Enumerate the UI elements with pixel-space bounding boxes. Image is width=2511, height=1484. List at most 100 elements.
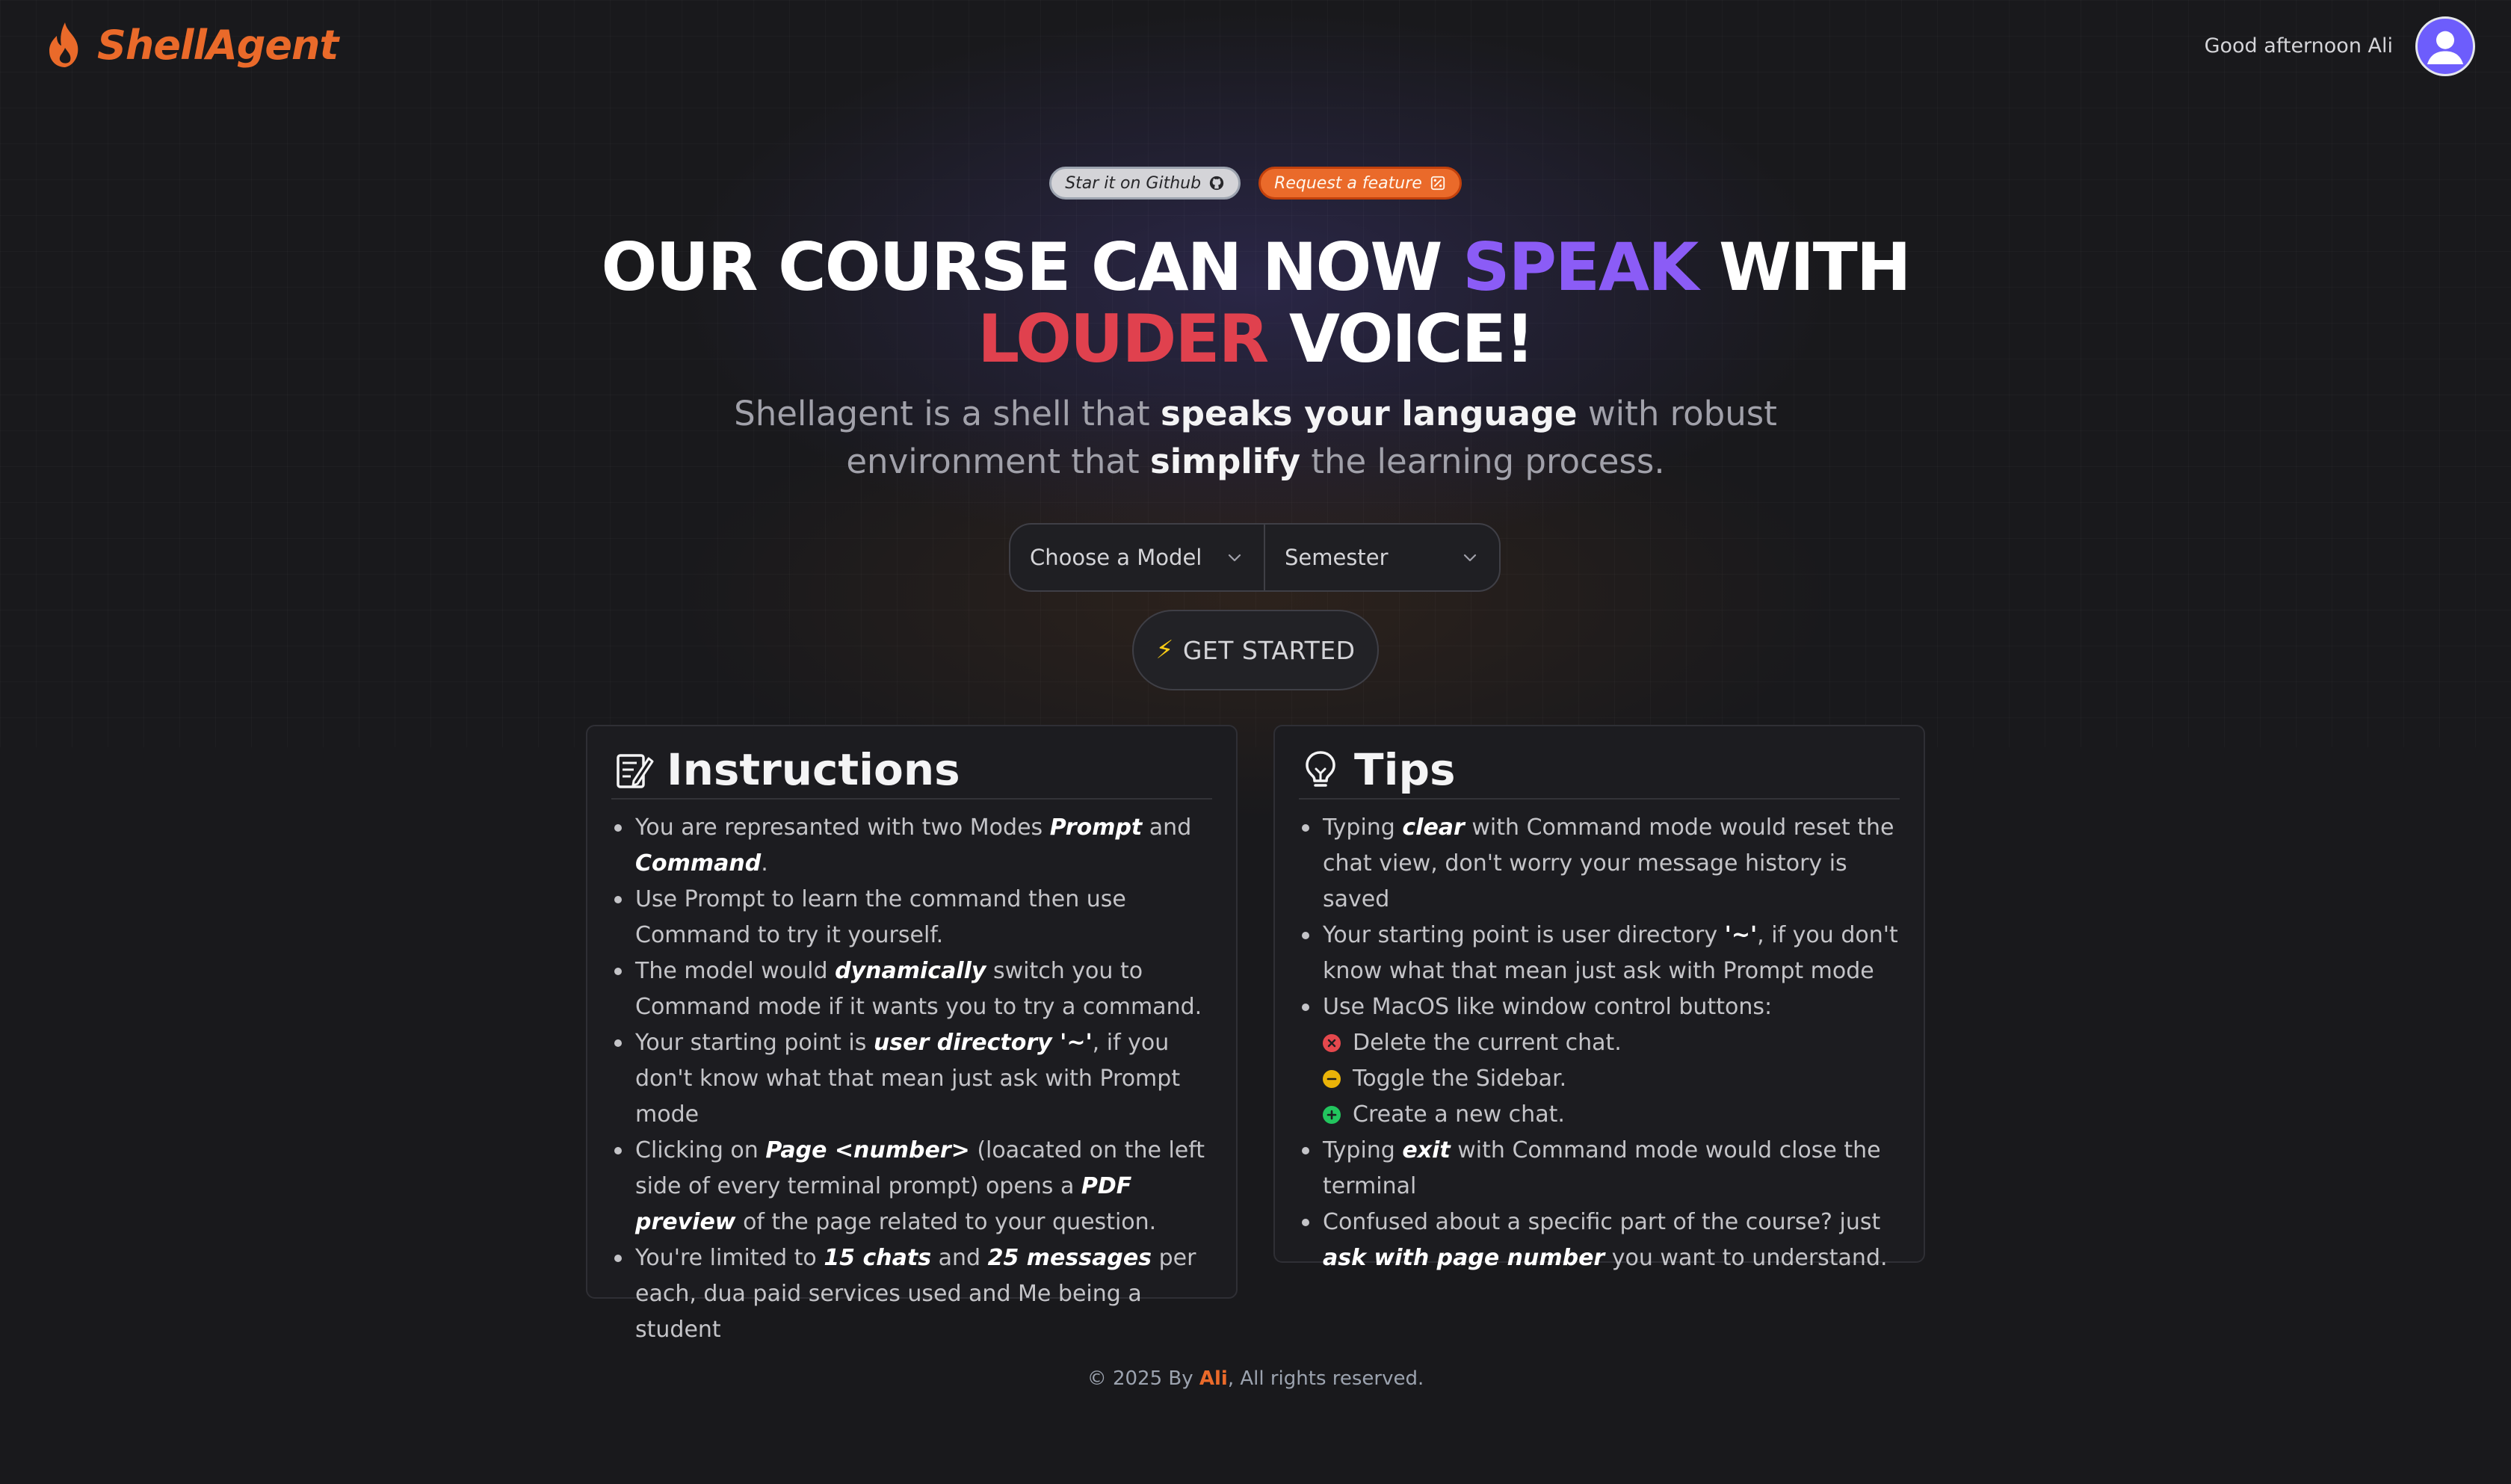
list-item-text: You are represanted with two Modes (635, 814, 1050, 841)
list-item-text: you want to understand. (1604, 1245, 1888, 1271)
instructions-header: Instructions (611, 741, 1212, 800)
list-item-text: Typing (1323, 814, 1403, 841)
logo-text: ShellAgent (97, 21, 339, 69)
instruction-item: Clicking on Page <number> (loacated on t… (611, 1133, 1212, 1240)
hero-title-text: VOICE! (1267, 300, 1535, 377)
footer-author-link[interactable]: Ali (1199, 1367, 1228, 1390)
tip-item: Use MacOS like window control buttons: (1299, 989, 1900, 1025)
list-item-text: Your starting point is user directory (1323, 922, 1725, 948)
list-item-text: Create a new chat. (1353, 1101, 1565, 1128)
logo[interactable]: ShellAgent (43, 21, 339, 69)
chevron-down-icon (1463, 554, 1477, 562)
star-github-button[interactable]: Star it on Github (1049, 167, 1241, 200)
list-item-emphasis: ask with page number (1323, 1245, 1605, 1271)
hero-accent-louder: LOUDER (977, 300, 1269, 377)
user-avatar[interactable] (2415, 16, 2475, 76)
list-item-text: You're limited to (635, 1245, 824, 1271)
list-item-emphasis: 25 messages (987, 1245, 1152, 1271)
list-item-text: Use Prompt to learn the command then use… (635, 886, 1126, 948)
request-feature-button[interactable]: Request a feature (1258, 167, 1462, 200)
tip-subitem: Delete the current chat. (1299, 1025, 1900, 1061)
get-started-label: GET STARTED (1182, 635, 1356, 665)
tip-item: Your starting point is user directory '~… (1299, 918, 1900, 989)
list-item-text: and (1142, 814, 1192, 841)
tip-subitem: Create a new chat. (1299, 1097, 1900, 1133)
new-window-icon (1323, 1106, 1341, 1124)
hero-accent-speak: SPEAK (1463, 229, 1699, 306)
list-item-emphasis: user directory '~' (873, 1030, 1093, 1056)
list-item-emphasis: 15 chats (824, 1245, 932, 1271)
github-icon (1209, 176, 1224, 191)
list-item-text: The model would (635, 958, 836, 984)
notepad-icon (617, 754, 654, 788)
instruction-item: You're limited to 15 chats and 25 messag… (611, 1240, 1212, 1348)
list-item-text: Confused about a specific part of the co… (1323, 1209, 1881, 1235)
semester-select-value: Semester (1284, 545, 1389, 570)
tips-list: Typing clear with Command mode would res… (1299, 800, 1900, 1276)
hero-subtitle: Shellagent is a shell that speaks your l… (0, 390, 2511, 486)
instruction-item: The model would dynamically switch you t… (611, 953, 1212, 1025)
list-item-text: Use MacOS like window control buttons: (1323, 994, 1773, 1020)
model-semester-selector: Choose a Model Semester (1009, 523, 1501, 592)
list-item-emphasis: '~' (1724, 922, 1758, 948)
list-item-text: Your starting point is (635, 1030, 874, 1056)
list-item-text: Clicking on (635, 1137, 766, 1163)
tips-title: Tips (1354, 744, 1456, 795)
hero-pills: Star it on Github Request a feature (0, 167, 2511, 200)
list-item-emphasis: Command (635, 850, 762, 877)
list-item-text: . (761, 850, 768, 877)
get-started-button[interactable]: ⚡ GET STARTED (1132, 610, 1379, 690)
subtitle-text: the learning process. (1300, 442, 1665, 481)
tips-header: Tips (1299, 741, 1900, 800)
instruction-item: Use Prompt to learn the command then use… (611, 882, 1212, 953)
tip-item: Typing clear with Command mode would res… (1299, 810, 1900, 918)
model-select[interactable]: Choose a Model (1010, 525, 1265, 590)
list-item-emphasis: clear (1402, 814, 1465, 841)
tips-card: Tips Typing clear with Command mode woul… (1273, 725, 1925, 1271)
list-item-text: Typing (1323, 1137, 1403, 1163)
greeting-text: Good afternoon Ali (2204, 34, 2393, 58)
hero-title-text: OUR COURSE CAN NOW (601, 229, 1463, 306)
hero-title-line-2: LOUDER VOICE! (0, 303, 2511, 375)
star-github-label: Star it on Github (1065, 173, 1202, 193)
hero-title: OUR COURSE CAN NOW SPEAK WITH LOUDER VOI… (0, 232, 2511, 375)
instructions-title: Instructions (667, 744, 960, 795)
request-feature-label: Request a feature (1274, 173, 1422, 193)
tip-item: Typing exit with Command mode would clos… (1299, 1133, 1900, 1205)
hero-subtitle-line-2: environment that simplify the learning p… (0, 438, 2511, 486)
footer-copyright: © 2025 By (1087, 1367, 1199, 1390)
subtitle-emphasis: simplify (1149, 442, 1301, 481)
chevron-down-icon (1228, 554, 1241, 562)
list-item-emphasis: dynamically (835, 958, 986, 984)
lightbulb-icon (1306, 751, 1335, 787)
hero-title-text: WITH (1697, 229, 1912, 306)
page: ShellAgent Good afternoon Ali Star it on… (0, 0, 2511, 1484)
hero-title-line-1: OUR COURSE CAN NOW SPEAK WITH (0, 232, 2511, 303)
tip-subitem: Toggle the Sidebar. (1299, 1061, 1900, 1097)
instructions-card: Instructions You are represanted with tw… (586, 725, 1238, 1343)
instruction-item: You are represanted with two Modes Promp… (611, 810, 1212, 882)
list-item-emphasis: Prompt (1049, 814, 1143, 841)
instructions-list: You are represanted with two Modes Promp… (611, 800, 1212, 1348)
footer: © 2025 By Ali, All rights reserved. (0, 1367, 2511, 1390)
subtitle-emphasis: speaks your language (1160, 394, 1578, 433)
user-icon (2427, 31, 2464, 65)
list-item-emphasis: Page <number> (765, 1137, 970, 1163)
subtitle-text: Shellagent is a shell that (734, 394, 1161, 433)
subtitle-text: environment that (846, 442, 1150, 481)
minimize-window-icon (1323, 1070, 1341, 1088)
subtitle-text: with robust (1577, 394, 1777, 433)
footer-rights: , All rights reserved. (1227, 1367, 1424, 1390)
instruction-item: Your starting point is user directory '~… (611, 1025, 1212, 1133)
tip-item: Confused about a specific part of the co… (1299, 1205, 1900, 1276)
percent-badge-icon (1430, 176, 1445, 191)
list-item-text: of the page related to your question. (735, 1209, 1157, 1235)
list-item-emphasis: exit (1402, 1137, 1451, 1163)
semester-select[interactable]: Semester (1265, 525, 1499, 590)
flame-icon (49, 22, 78, 67)
lightning-icon: ⚡ (1155, 635, 1174, 665)
model-select-value: Choose a Model (1030, 545, 1202, 570)
list-item-text: Delete the current chat. (1353, 1030, 1622, 1056)
close-window-icon (1323, 1034, 1341, 1052)
list-item-text: Toggle the Sidebar. (1353, 1066, 1567, 1092)
